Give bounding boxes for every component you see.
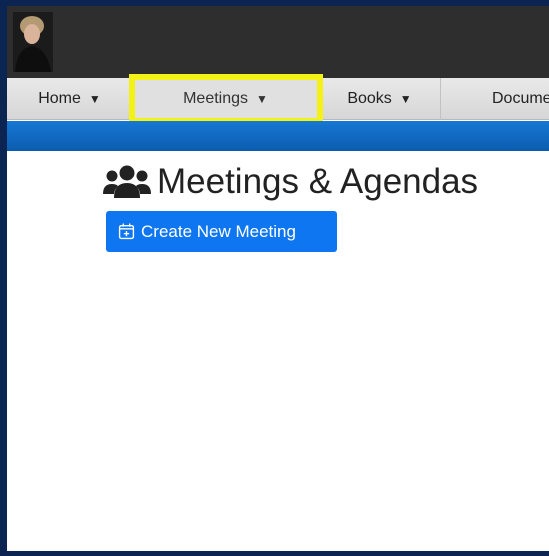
caret-down-icon: ▼	[88, 92, 101, 106]
users-icon	[103, 165, 151, 198]
create-meeting-label: Create New Meeting	[141, 221, 296, 241]
nav-books-label: Books	[347, 90, 392, 107]
nav-meetings[interactable]: Meetings ▼	[129, 74, 323, 124]
create-meeting-button[interactable]: Create New Meeting	[106, 211, 337, 252]
nav-documents[interactable]: Docume	[441, 78, 549, 120]
caret-down-icon: ▼	[399, 92, 412, 106]
main-nav: Home ▼ Meetings ▼ Books ▼ Docume	[7, 74, 549, 124]
caret-down-icon: ▼	[256, 92, 268, 106]
nav-books[interactable]: Books ▼	[319, 78, 441, 120]
nav-home[interactable]: Home ▼	[7, 78, 133, 120]
avatar[interactable]	[13, 12, 53, 72]
nav-home-label: Home	[38, 90, 81, 107]
page-title: Meetings & Agendas	[103, 162, 478, 202]
page-title-text: Meetings & Agendas	[157, 162, 479, 201]
app-window: Home ▼ Meetings ▼ Books ▼ Docume Meeting…	[7, 6, 549, 551]
calendar-plus-icon	[118, 223, 135, 240]
accent-bar	[7, 121, 549, 151]
nav-documents-label: Docume	[492, 90, 549, 107]
nav-meetings-label: Meetings	[183, 90, 249, 107]
top-header	[7, 6, 549, 78]
